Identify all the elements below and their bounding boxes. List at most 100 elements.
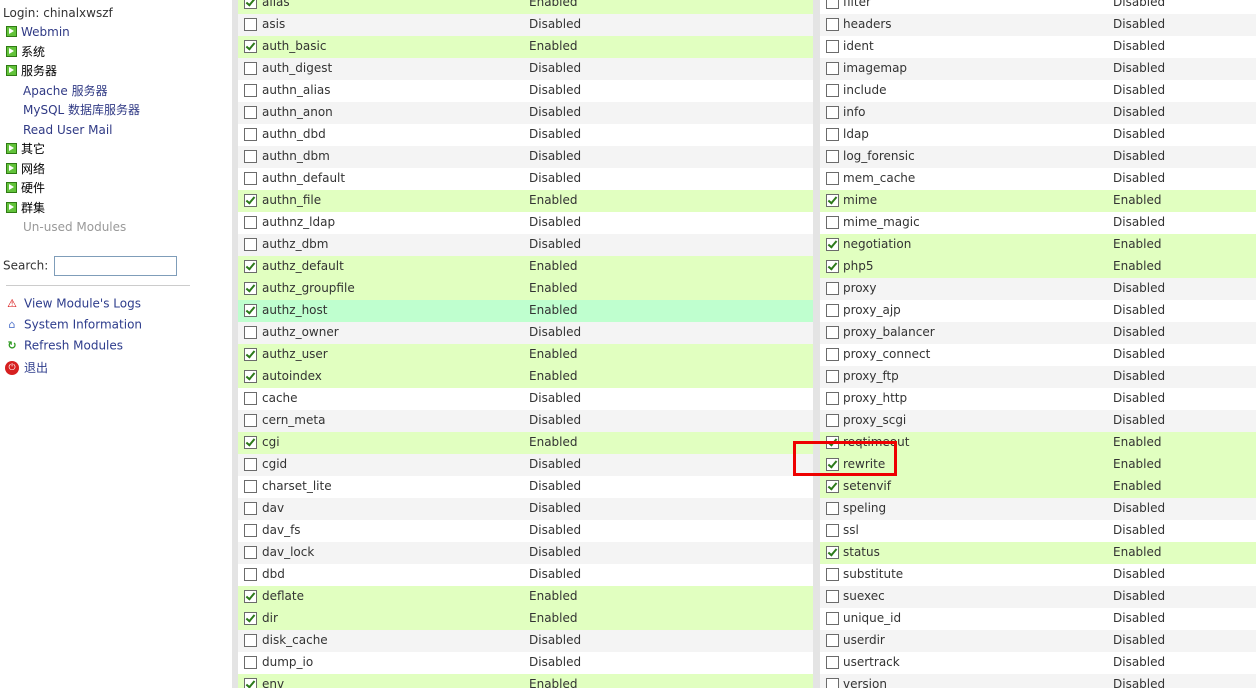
module-checkbox[interactable] — [244, 524, 257, 537]
module-checkbox[interactable] — [244, 634, 257, 647]
module-checkbox[interactable] — [244, 18, 257, 31]
menu-item[interactable]: Webmin — [0, 23, 140, 43]
modules-column-left: alias Enabled asis Disabled auth_basic Enable… — [238, 0, 813, 688]
module-status: Disabled — [529, 105, 582, 119]
module-checkbox[interactable] — [826, 216, 839, 229]
expand-icon[interactable] — [6, 143, 17, 154]
module-checkbox[interactable] — [826, 414, 839, 427]
module-checkbox[interactable] — [826, 480, 839, 493]
menu-item[interactable]: 系统 — [0, 43, 140, 63]
module-checkbox[interactable] — [244, 458, 257, 471]
module-checkbox[interactable] — [826, 348, 839, 361]
module-checkbox[interactable] — [244, 568, 257, 581]
module-checkbox[interactable] — [826, 524, 839, 537]
menu-item[interactable]: 服务器 — [0, 62, 140, 82]
menu-item[interactable]: MySQL 数据库服务器 — [0, 101, 140, 121]
menu-item[interactable]: Un-used Modules — [0, 218, 140, 238]
menu-item[interactable]: 硬件 — [0, 179, 140, 199]
module-checkbox[interactable] — [244, 612, 257, 625]
expand-icon[interactable] — [6, 201, 17, 213]
module-checkbox[interactable] — [826, 370, 839, 383]
module-checkbox[interactable] — [244, 326, 257, 339]
expand-icon[interactable] — [6, 45, 17, 57]
module-checkbox[interactable] — [244, 128, 257, 141]
module-checkbox[interactable] — [244, 546, 257, 559]
search-input[interactable] — [54, 256, 178, 276]
module-checkbox[interactable] — [826, 238, 839, 251]
module-name: ident — [843, 39, 874, 53]
menu-item-label: MySQL 数据库服务器 — [23, 103, 141, 117]
module-checkbox[interactable] — [826, 304, 839, 317]
module-checkbox[interactable] — [826, 62, 839, 75]
module-checkbox[interactable] — [826, 678, 839, 688]
module-checkbox[interactable] — [244, 194, 257, 207]
module-name: ssl — [843, 523, 859, 537]
module-row: ssl Disabled — [820, 520, 1256, 542]
module-checkbox[interactable] — [826, 0, 839, 9]
module-checkbox[interactable] — [826, 634, 839, 647]
module-checkbox[interactable] — [244, 678, 257, 688]
module-checkbox[interactable] — [244, 150, 257, 163]
module-checkbox[interactable] — [244, 480, 257, 493]
module-checkbox[interactable] — [826, 590, 839, 603]
menu-item[interactable]: Read User Mail — [0, 121, 140, 141]
module-checkbox[interactable] — [244, 502, 257, 515]
module-checkbox[interactable] — [826, 568, 839, 581]
expand-icon[interactable] — [6, 26, 17, 37]
module-checkbox[interactable] — [244, 348, 257, 361]
module-checkbox[interactable] — [244, 40, 257, 53]
module-checkbox[interactable] — [244, 260, 257, 273]
module-checkbox[interactable] — [244, 172, 257, 185]
module-checkbox[interactable] — [244, 304, 257, 317]
module-checkbox[interactable] — [244, 414, 257, 427]
module-checkbox[interactable] — [244, 436, 257, 449]
module-checkbox[interactable] — [244, 282, 257, 295]
module-checkbox[interactable] — [826, 502, 839, 515]
module-checkbox[interactable] — [244, 656, 257, 669]
module-checkbox[interactable] — [826, 84, 839, 97]
menu-item[interactable]: 其它 — [0, 140, 140, 160]
module-checkbox[interactable] — [826, 194, 839, 207]
module-checkbox[interactable] — [244, 216, 257, 229]
module-checkbox[interactable] — [244, 238, 257, 251]
module-checkbox[interactable] — [826, 656, 839, 669]
module-checkbox[interactable] — [826, 128, 839, 141]
module-row: alias Enabled — [238, 0, 813, 14]
expand-icon[interactable] — [6, 65, 17, 76]
module-checkbox[interactable] — [826, 260, 839, 273]
action-link[interactable]: ⌂ System Information — [5, 317, 143, 332]
menu-item[interactable]: 网络 — [0, 160, 140, 180]
module-checkbox[interactable] — [826, 612, 839, 625]
module-checkbox[interactable] — [826, 150, 839, 163]
module-row: include Disabled — [820, 80, 1256, 102]
module-row: ldap Disabled — [820, 124, 1256, 146]
module-checkbox[interactable] — [244, 0, 257, 9]
module-checkbox[interactable] — [826, 282, 839, 295]
module-status: Enabled — [529, 281, 578, 295]
module-checkbox[interactable] — [826, 326, 839, 339]
module-status: Enabled — [529, 303, 578, 317]
module-checkbox[interactable] — [244, 590, 257, 603]
module-checkbox[interactable] — [244, 106, 257, 119]
module-checkbox[interactable] — [244, 84, 257, 97]
module-checkbox[interactable] — [244, 392, 257, 405]
module-checkbox[interactable] — [244, 370, 257, 383]
module-checkbox[interactable] — [826, 546, 839, 559]
expand-icon[interactable] — [6, 182, 17, 193]
module-row: mime Enabled — [820, 190, 1256, 212]
module-checkbox[interactable] — [826, 40, 839, 53]
module-checkbox[interactable] — [826, 392, 839, 405]
module-checkbox[interactable] — [244, 62, 257, 75]
menu-item[interactable]: 群集 — [0, 199, 140, 219]
expand-icon[interactable] — [6, 162, 17, 174]
action-link[interactable]: ↻ Refresh Modules — [5, 338, 123, 353]
module-checkbox[interactable] — [826, 172, 839, 185]
action-link-label: Refresh Modules — [24, 338, 124, 353]
module-checkbox[interactable] — [826, 106, 839, 119]
menu-item[interactable]: Apache 服务器 — [0, 82, 140, 102]
action-link[interactable]: ⏻ 退出 — [5, 359, 48, 376]
module-row: speling Disabled — [820, 498, 1256, 520]
module-checkbox[interactable] — [826, 18, 839, 31]
module-status: Disabled — [1113, 0, 1166, 9]
action-link[interactable]: ⚠ View Module's Logs — [5, 296, 141, 311]
